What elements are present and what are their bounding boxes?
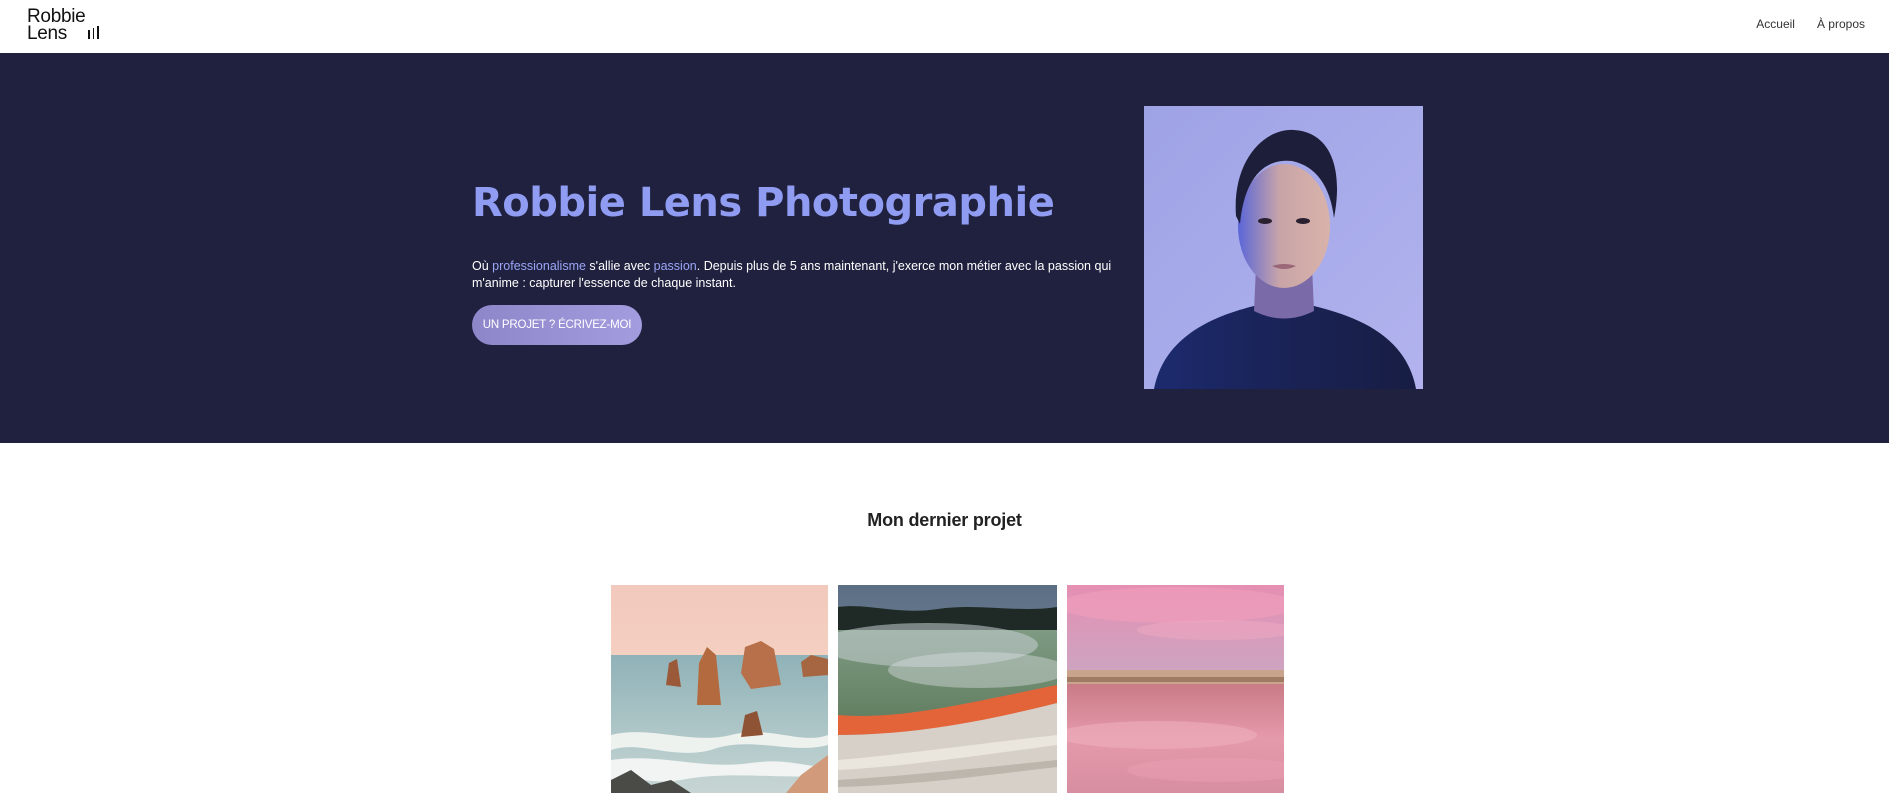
contact-cta-button[interactable]: UN PROJET ? ÉCRIVEZ-MOI bbox=[472, 305, 642, 345]
nav-link-accueil[interactable]: Accueil bbox=[1756, 17, 1795, 31]
gallery-photo-coastal-rocks[interactable] bbox=[611, 585, 828, 793]
project-gallery bbox=[611, 585, 1284, 793]
logo-line-2: Lens bbox=[27, 23, 68, 44]
desc-highlight-professionalism: professionalisme bbox=[492, 259, 586, 273]
latest-project-heading: Mon dernier projet bbox=[867, 510, 1022, 530]
hero-title: Robbie Lens Photographie bbox=[472, 180, 1055, 226]
hero-description: Où professionalisme s'allie avec passion… bbox=[472, 258, 1137, 292]
desc-text-mid: s'allie avec bbox=[585, 259, 654, 273]
nav-link-a-propos[interactable]: À propos bbox=[1817, 17, 1865, 31]
site-logo[interactable]: Robbie Lens bbox=[27, 7, 99, 44]
hero-section: Robbie Lens Photographie Où professional… bbox=[0, 53, 1889, 443]
gallery-photo-pink-lake[interactable] bbox=[1067, 585, 1284, 793]
desc-highlight-passion: passion bbox=[653, 259, 697, 273]
logo-text: Robbie Lens bbox=[27, 7, 86, 44]
main-nav: Accueil À propos bbox=[1756, 17, 1865, 31]
portrait-photo bbox=[1144, 106, 1423, 389]
gallery-photo-geothermal-pool[interactable] bbox=[838, 585, 1057, 793]
top-navigation-bar: Robbie Lens Accueil À propos bbox=[0, 0, 1889, 53]
logo-bars-icon bbox=[88, 26, 99, 39]
desc-text-prefix: Où bbox=[472, 259, 493, 273]
